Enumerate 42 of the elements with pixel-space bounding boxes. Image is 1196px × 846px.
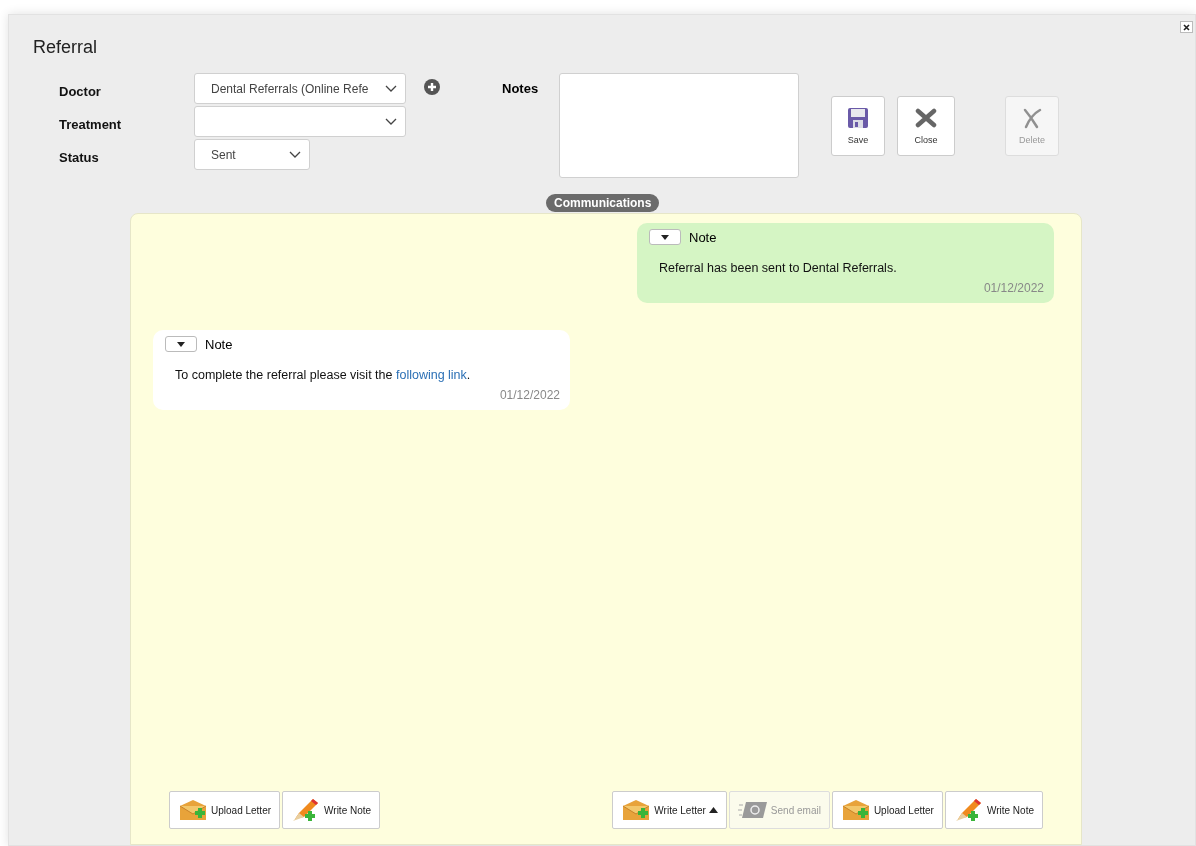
chevron-down-icon [385, 117, 397, 126]
dropdown-field[interactable]: Dental Referrals (Online Refe [194, 73, 406, 104]
dropdown-button[interactable] [649, 229, 681, 245]
message-date: 01/12/2022 [498, 388, 560, 402]
toolbar-button[interactable]: Write Letter [612, 791, 727, 829]
link[interactable]: following link [395, 368, 467, 382]
field-label: Doctor [59, 83, 102, 99]
message-text: Referral has been sent to Dental Referrals. [659, 261, 898, 275]
envelope-plus-icon [178, 799, 208, 821]
field-label: Treatment [59, 116, 123, 132]
envelope-plus-icon [621, 799, 652, 821]
message-type: Note [689, 229, 717, 245]
toolbar-button[interactable]: Upload Letter [831, 791, 943, 829]
chevron-down-icon [289, 150, 301, 159]
notes-field[interactable] [559, 73, 799, 178]
email-icon [737, 800, 768, 820]
dialog-title: Referral [33, 37, 98, 58]
dropdown-field[interactable] [194, 106, 406, 137]
toolbar-button[interactable]: Write Note [282, 791, 381, 829]
caret-down-icon [177, 341, 185, 347]
envelope-plus-icon [840, 799, 871, 821]
close-icon [915, 107, 937, 129]
caret-up-icon [708, 807, 718, 813]
cross-icon [1021, 107, 1043, 129]
toolbar-button[interactable]: Write Note [944, 791, 1043, 829]
save-icon [847, 107, 869, 129]
field-label: Status [59, 149, 100, 165]
message-type: Note [205, 336, 233, 352]
close-button[interactable]: Close [897, 96, 955, 156]
add-icon[interactable] [424, 79, 440, 95]
chevron-down-icon [385, 84, 397, 93]
message-date: 01/12/2022 [982, 281, 1044, 295]
save-button[interactable]: Save [831, 96, 885, 156]
close-button[interactable] [1180, 21, 1193, 33]
field-label: Notes [502, 80, 540, 96]
section-label: Communications [546, 194, 660, 212]
caret-down-icon [661, 234, 669, 240]
dropdown-button[interactable] [165, 336, 197, 352]
message-text: To complete the referral please visit the following link. [175, 368, 472, 382]
close-icon [1183, 23, 1190, 31]
dropdown-field[interactable]: Sent [194, 139, 310, 170]
toolbar-button[interactable]: Upload Letter [169, 791, 281, 829]
